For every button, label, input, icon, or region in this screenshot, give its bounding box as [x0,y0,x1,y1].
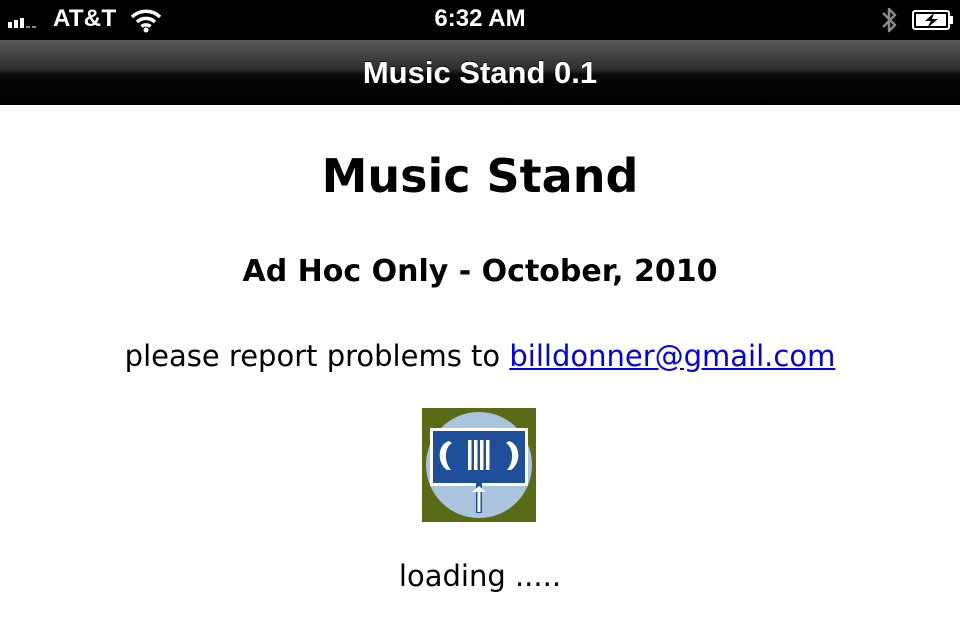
email-link[interactable]: billdonner@gmail.com [509,339,835,373]
navigation-bar: Music Stand 0.1 [0,40,960,105]
report-line: please report problems to billdonner@gma… [0,339,960,373]
page-title: Music Stand [321,149,639,203]
status-bar: AT&T 6:32 AM [0,0,960,40]
music-stand-logo-icon [422,408,536,522]
battery-charging-icon [912,10,953,30]
status-time: 6:32 AM [434,5,526,32]
main-content: Music Stand Ad Hoc Only - October, 2010 … [0,105,960,640]
bluetooth-icon [882,7,897,33]
report-text: please report problems to [124,339,501,373]
loading-text: loading ..... [398,559,562,593]
nav-title: Music Stand 0.1 [362,55,598,90]
page-subtitle: Ad Hoc Only - October, 2010 [242,254,718,289]
